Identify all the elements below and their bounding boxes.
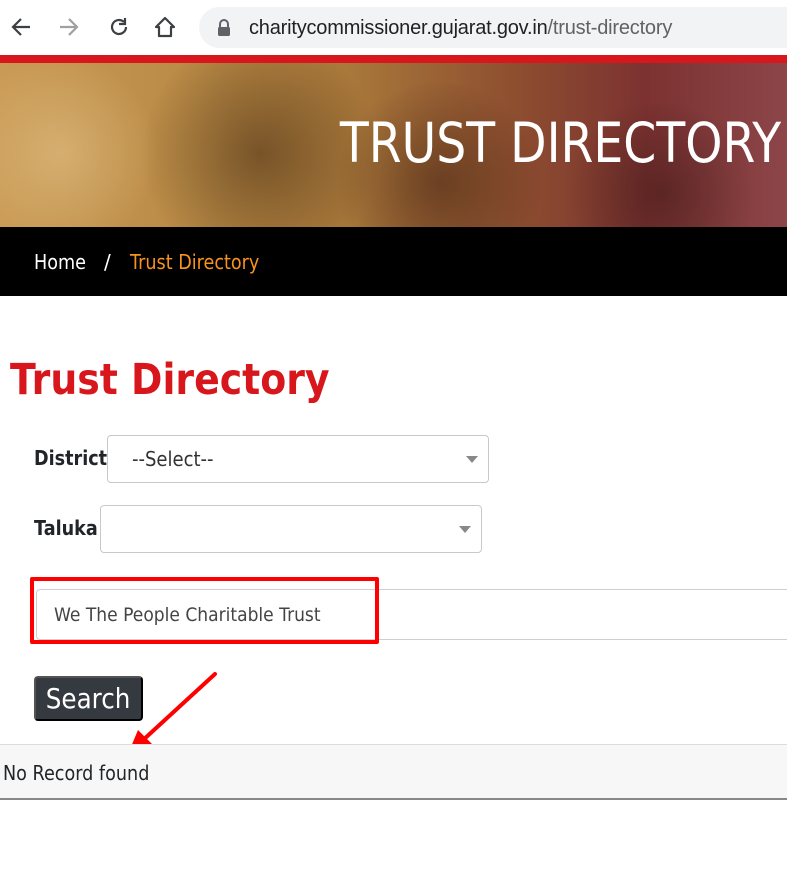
trust-name-input[interactable]: We The People Charitable Trust [36, 589, 787, 640]
home-icon [154, 16, 176, 38]
no-record-message: No Record found [3, 761, 150, 785]
reload-icon [110, 18, 128, 36]
back-arrow-icon [11, 18, 30, 36]
browser-toolbar: charitycommissioner.gujarat.gov.in/trust… [0, 0, 787, 55]
hero-banner: TRUST DIRECTORY [0, 63, 787, 227]
dropdown-caret-icon [466, 456, 478, 463]
url-domain: charitycommissioner.gujarat.gov.in [249, 17, 548, 39]
address-bar[interactable]: charitycommissioner.gujarat.gov.in/trust… [199, 7, 787, 48]
breadcrumb-separator: / [104, 250, 111, 274]
breadcrumb: Home / Trust Directory [0, 227, 787, 296]
trust-name-value: We The People Charitable Trust [54, 604, 321, 626]
forward-arrow-icon [60, 18, 79, 36]
breadcrumb-current: Trust Directory [130, 250, 260, 274]
district-select[interactable]: --Select-- [107, 435, 489, 483]
taluka-select[interactable] [100, 505, 482, 553]
header-accent-strip [0, 55, 787, 63]
url-path: /trust-directory [547, 17, 673, 39]
home-button[interactable] [150, 12, 180, 42]
results-panel: No Record found [0, 744, 787, 800]
reload-button[interactable] [104, 12, 134, 42]
banner-title: TRUST DIRECTORY [339, 111, 781, 175]
forward-button[interactable] [54, 12, 84, 42]
page-title: Trust Directory [10, 355, 330, 405]
district-selected-value: --Select-- [132, 447, 214, 471]
taluka-label: Taluka [34, 516, 98, 540]
breadcrumb-home-link[interactable]: Home [34, 250, 86, 274]
district-label: District [34, 446, 108, 470]
search-button-label: Search [46, 682, 131, 715]
dropdown-caret-icon [459, 526, 471, 533]
back-button[interactable] [6, 12, 36, 42]
lock-icon [218, 19, 230, 36]
url-text: charitycommissioner.gujarat.gov.in/trust… [249, 17, 672, 40]
